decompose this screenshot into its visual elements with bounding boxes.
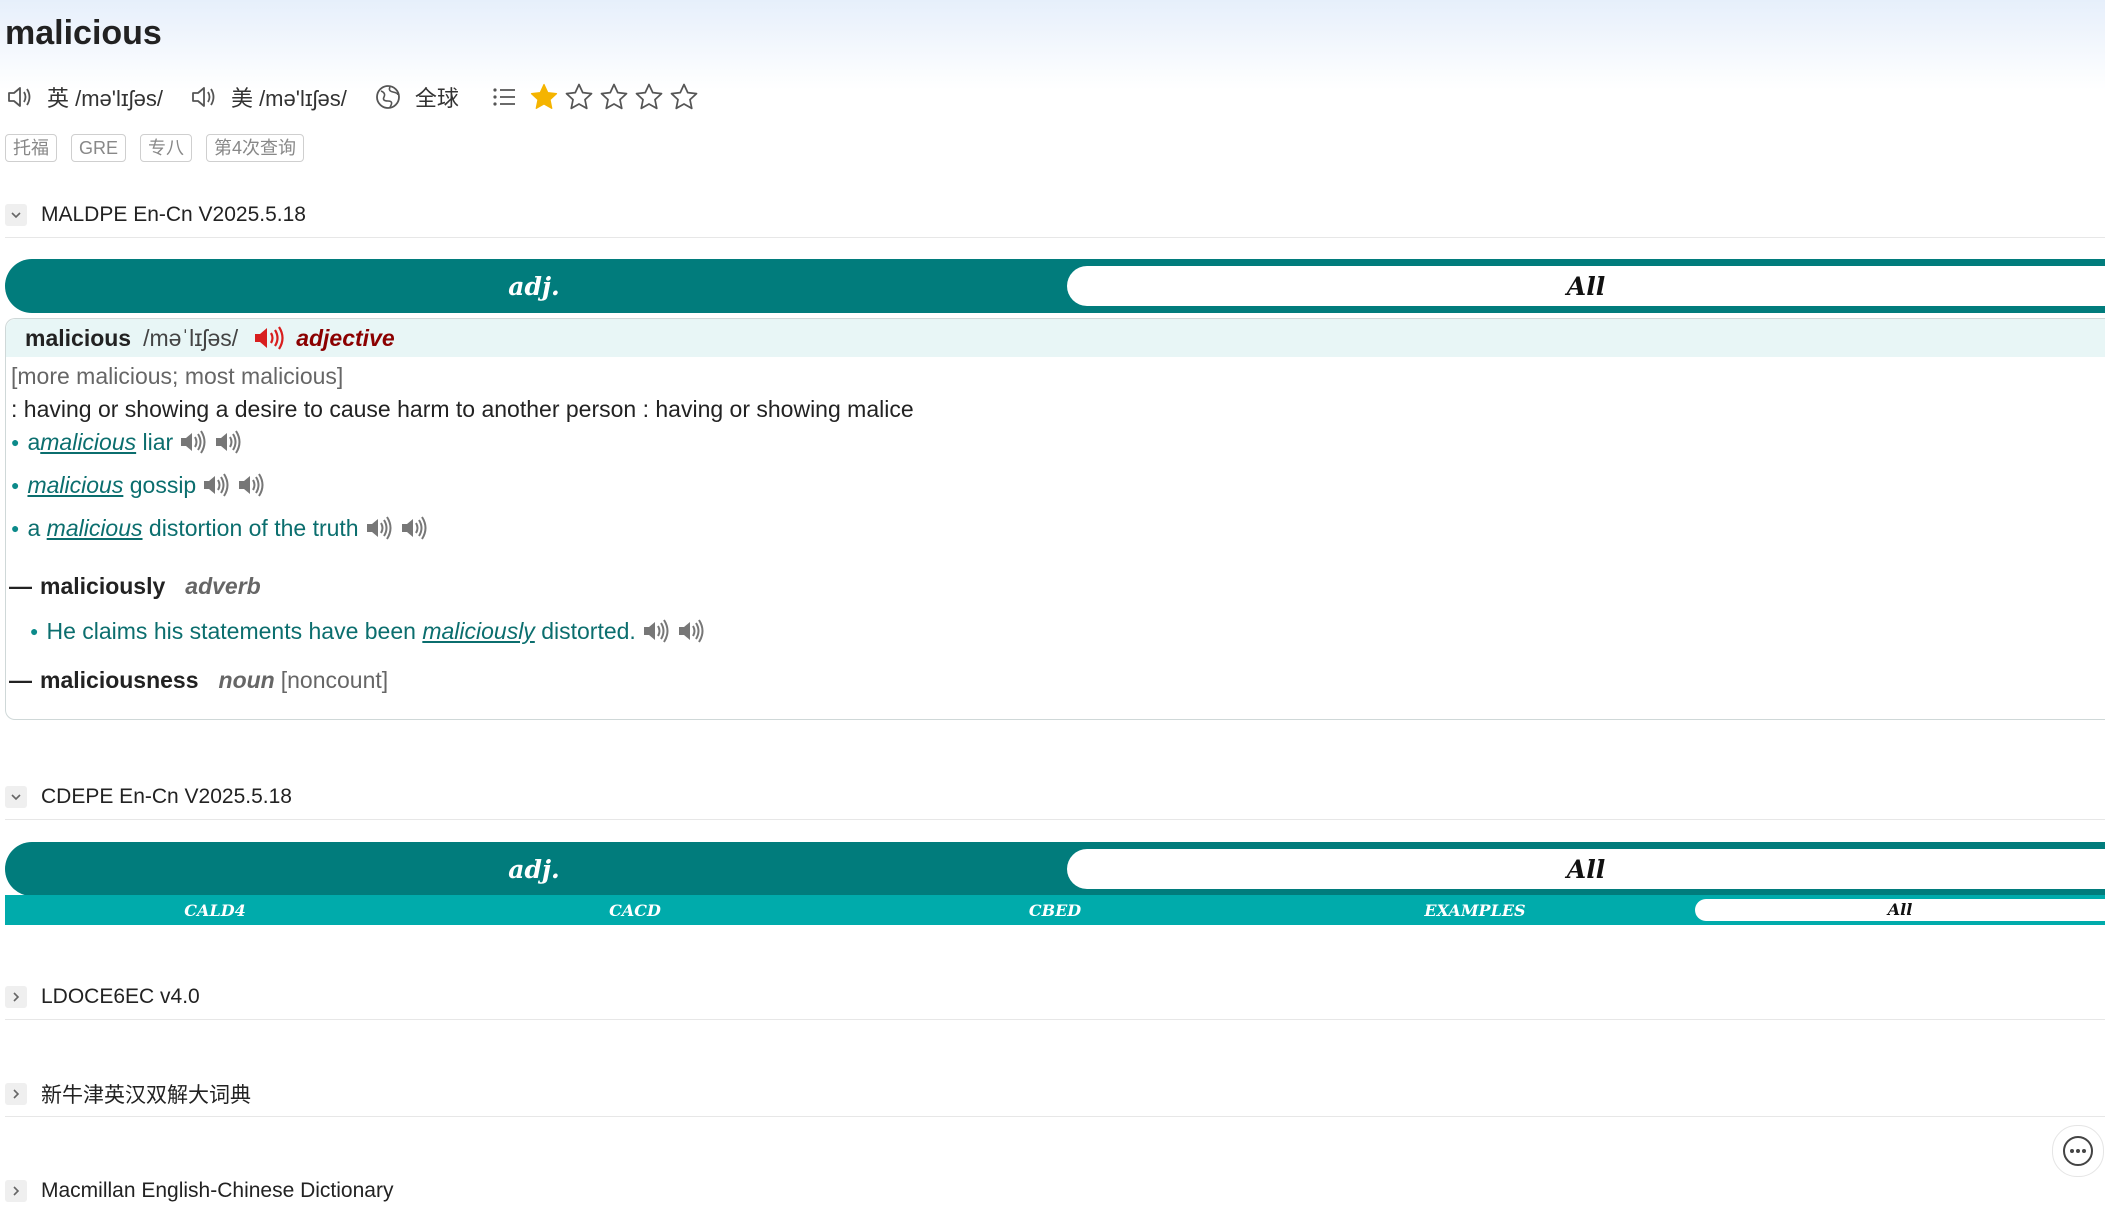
bullet-icon: ● (11, 434, 20, 450)
dict-header-macmillan[interactable]: Macmillan English-Chinese Dictionary (5, 1169, 2105, 1213)
header-background (0, 0, 2105, 90)
star-empty-icon[interactable] (564, 82, 594, 112)
entry-header: malicious /məˈlɪʃəs/ adjective (6, 319, 2105, 357)
us-pron-label: 美 /mə'lɪʃəs/ (230, 86, 347, 111)
list-icon[interactable] (489, 82, 519, 112)
derived-pos: noun (218, 667, 275, 693)
rating-stars[interactable] (529, 82, 704, 112)
speaker-icon[interactable] (189, 82, 219, 112)
bullet-icon: ● (30, 623, 39, 639)
speaker-icon[interactable] (213, 427, 243, 457)
derived-headword: maliciousness (40, 667, 199, 693)
globe-icon (376, 85, 400, 109)
chevron-right-icon[interactable] (5, 1083, 27, 1105)
speaker-icon[interactable] (641, 616, 671, 646)
derived-headword: maliciously (40, 573, 166, 599)
bullet-icon: ● (11, 477, 20, 493)
uk-pron-label: 英 /mə'lɪʃəs/ (47, 86, 163, 111)
speaker-icon[interactable] (5, 82, 35, 112)
entry-pronunciation: /məˈlɪʃəs/ (143, 324, 239, 351)
grammar-note: [noncount] (280, 667, 389, 693)
entry-pos: adjective (296, 324, 395, 351)
tab-cald4[interactable]: CALD4 (5, 901, 425, 920)
dict-name: MALDPE En-Cn V2025.5.18 (41, 203, 306, 226)
tab-all[interactable]: All (1067, 266, 2105, 306)
region-selector[interactable]: 全球 (373, 81, 459, 113)
dict-header-maldpe[interactable]: MALDPE En-Cn V2025.5.18 (5, 193, 2105, 238)
inflected-forms: [more malicious; most malicious] (11, 363, 344, 389)
tab-all[interactable]: All (1067, 849, 2105, 889)
speaker-icon[interactable] (236, 470, 266, 500)
chevron-down-icon[interactable] (5, 786, 27, 808)
star-empty-icon[interactable] (634, 82, 664, 112)
keyword-link[interactable]: maliciously (422, 618, 534, 645)
pronunciation-row: 英 /mə'lɪʃəs/ 美 /mə'lɪʃəs/ 全球 (5, 80, 704, 114)
example-sentence: ● malicious gossip (11, 470, 266, 500)
uk-pronunciation[interactable]: 英 /mə'lɪʃəs/ (5, 81, 163, 113)
entry-card-maldpe: malicious /məˈlɪʃəs/ adjective [more mal… (5, 318, 2105, 720)
tab-adj[interactable]: adj. (5, 842, 1063, 896)
tab-cacd[interactable]: CACD (425, 901, 845, 920)
keyword-link[interactable]: malicious (27, 472, 123, 499)
derived-word-noun: — maliciousness noun [noncount] (9, 667, 389, 693)
region-label: 全球 (414, 86, 459, 111)
dict-name: Macmillan English-Chinese Dictionary (41, 1179, 394, 1202)
star-empty-icon[interactable] (669, 82, 699, 112)
pos-tabbar-maldpe: adj. All (5, 259, 2105, 313)
tag-gre: GRE (71, 134, 127, 162)
speaker-icon[interactable] (364, 513, 394, 543)
definition: : having or showing a desire to cause ha… (11, 396, 914, 422)
pos-tabbar-cdepe: adj. All (5, 842, 2105, 896)
dict-name: 新牛津英汉双解大词典 (41, 1084, 251, 1107)
star-filled-icon[interactable] (529, 82, 559, 112)
us-pronunciation[interactable]: 美 /mə'lɪʃəs/ (189, 81, 347, 113)
keyword-link[interactable]: malicious (40, 429, 136, 456)
dict-name: LDOCE6EC v4.0 (41, 985, 200, 1008)
example-sentence: ● He claims his statements have been mal… (30, 616, 706, 646)
chevron-down-icon[interactable] (5, 204, 27, 226)
speaker-icon[interactable] (178, 427, 208, 457)
ellipsis-icon (2063, 1136, 2093, 1166)
keyword-link[interactable]: malicious (47, 515, 143, 542)
star-empty-icon[interactable] (599, 82, 629, 112)
bullet-icon: ● (11, 520, 20, 536)
tag-toefl: 托福 (5, 134, 57, 162)
tab-all-sources[interactable]: All (1695, 899, 2105, 921)
speaker-icon[interactable] (676, 616, 706, 646)
chevron-right-icon[interactable] (5, 1180, 27, 1202)
tab-examples[interactable]: EXAMPLES (1265, 901, 1685, 920)
example-sentence: ● a malicious liar (11, 427, 243, 457)
dict-header-cdepe[interactable]: CDEPE En-Cn V2025.5.18 (5, 775, 2105, 820)
dict-header-ldoce[interactable]: LDOCE6EC v4.0 (5, 975, 2105, 1020)
speaker-icon[interactable] (399, 513, 429, 543)
more-options-button[interactable] (2052, 1125, 2104, 1177)
derived-pos: adverb (185, 573, 261, 599)
tag-list: 托福 GRE 专八 第4次查询 (5, 134, 318, 162)
speaker-icon[interactable] (201, 470, 231, 500)
chevron-right-icon[interactable] (5, 986, 27, 1008)
page-title: malicious (5, 14, 162, 52)
tab-adj[interactable]: adj. (5, 259, 1063, 313)
tag-lookup-count: 第4次查询 (206, 134, 305, 162)
speaker-red-icon[interactable] (252, 323, 286, 353)
dict-header-oxford-ec[interactable]: 新牛津英汉双解大词典 (5, 1072, 2105, 1117)
tag-tem8: 专八 (140, 134, 193, 162)
derived-word-adverb: — maliciously adverb (9, 573, 261, 599)
entry-headword: malicious (25, 324, 132, 351)
source-tabbar-cdepe: CALD4 CACD CBED EXAMPLES All (5, 895, 2105, 925)
dict-name: CDEPE En-Cn V2025.5.18 (41, 785, 292, 808)
example-sentence: ● a malicious distortion of the truth (11, 513, 429, 543)
tab-cbed[interactable]: CBED (845, 901, 1265, 920)
